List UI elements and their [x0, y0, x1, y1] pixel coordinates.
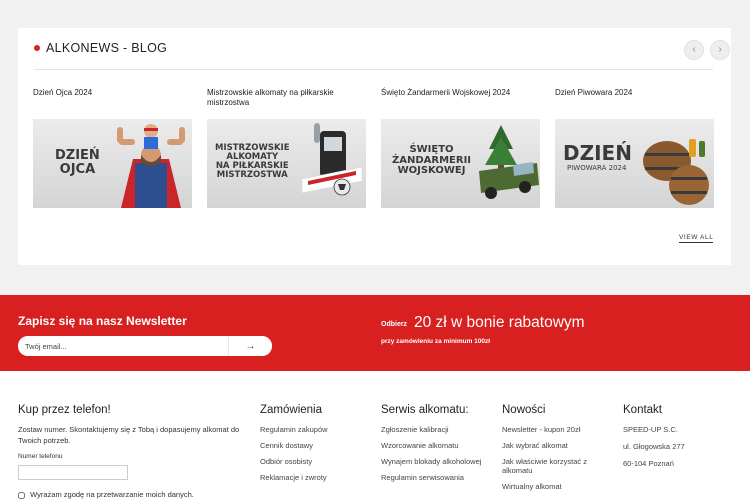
newsletter-form: → [18, 336, 272, 356]
news-title: Nowości [502, 404, 546, 416]
superhero-figure-icon [117, 124, 185, 208]
orders-link-odbior[interactable]: Odbiór osobisty [260, 457, 370, 466]
footer: Kup przez telefon! Zostaw numer. Skontak… [0, 371, 750, 500]
blog-title: ALKONEWS - BLOG [46, 41, 168, 55]
phone-description: Zostaw numer. Skontaktujemy się z Tobą i… [18, 425, 240, 445]
post-image-mistrzowskie-alkomaty[interactable]: MISTRZOWSKIE ALKOMATY NA PIŁKARSKIE MIST… [207, 119, 366, 208]
beer-barrels-icon [643, 139, 709, 205]
military-truck-icon [479, 125, 539, 199]
blog-section: ALKONEWS - BLOG ‹ › Dzień Ojca 2024 DZIE… [18, 28, 731, 265]
orders-link-reklamacje[interactable]: Reklamacje i zwroty [260, 473, 370, 482]
arrow-right-icon: → [245, 340, 256, 352]
post-image-text-small: PIWOWARA 2024 [567, 164, 627, 172]
orders-link-regulamin[interactable]: Regulamin zakupów [260, 425, 370, 434]
blog-header: ALKONEWS - BLOG ‹ › [34, 40, 730, 70]
service-link-wzorcowanie[interactable]: Wzorcowanie alkomatu [381, 441, 493, 450]
footer-contact-column: Kontakt SPEED-UP S.C. ul. Głogowska 277 … [623, 404, 733, 476]
footer-service-column: Serwis alkomatu: Zgłoszenie kalibracji W… [381, 404, 493, 489]
carousel-next-button[interactable]: › [710, 40, 730, 60]
phone-title: Kup przez telefon! [18, 404, 111, 416]
news-link-jak-korzystac[interactable]: Jak właściwie korzystać z alkomatu [502, 457, 614, 475]
service-title: Serwis alkomatu: [381, 404, 469, 416]
post-image-text-big: DZIEŃ [563, 141, 632, 165]
breathalyzer-scarf-icon [302, 123, 362, 196]
news-link-newsletter[interactable]: Newsletter - kupon 20zł [502, 425, 614, 434]
post-image-swieto-zandarmerii[interactable]: ŚWIĘTO ŻANDARMERII WOJSKOWEJ [381, 119, 540, 208]
service-link-regulamin[interactable]: Regulamin serwisowania [381, 473, 493, 482]
blog-post-dzien-piwowara[interactable]: Dzień Piwowara 2024 DZIEŃ PIWOWARA 2024 [555, 88, 714, 208]
consent-row: Wyrażam zgodę na przetwarzanie moich dan… [18, 490, 248, 499]
newsletter-email-input[interactable] [18, 336, 226, 356]
contact-street: ul. Głogowska 277 [623, 442, 685, 451]
post-image-dzien-piwowara[interactable]: DZIEŃ PIWOWARA 2024 [555, 119, 714, 208]
service-link-kalibracja[interactable]: Zgłoszenie kalibracji [381, 425, 493, 434]
news-link-jak-wybrac[interactable]: Jak wybrać alkomat [502, 441, 614, 450]
post-title[interactable]: Mistrzowskie alkomaty na piłkarskie mist… [207, 88, 366, 119]
consent-label: Wyrażam zgodę na przetwarzanie moich dan… [30, 490, 194, 499]
blog-post-swieto-zandarmerii[interactable]: Święto Żandarmerii Wojskowej 2024 ŚWIĘTO… [381, 88, 540, 208]
post-image-dzien-ojca[interactable]: DZIEŃ OJCA [33, 119, 192, 208]
contact-company: SPEED-UP S.C. [623, 425, 678, 434]
newsletter-bar: Zapisz się na nasz Newsletter → Odbierz … [0, 295, 750, 371]
chevron-left-icon: ‹ [692, 44, 696, 55]
newsletter-title: Zapisz się na nasz Newsletter [18, 314, 187, 328]
blog-post-dzien-ojca[interactable]: Dzień Ojca 2024 DZIEŃ OJCA [33, 88, 192, 208]
phone-number-input[interactable] [18, 465, 128, 480]
post-image-text: MISTRZOWSKIE ALKOMATY NA PIŁKARSKIE MIST… [215, 143, 290, 180]
contact-title: Kontakt [623, 404, 662, 416]
post-image-text: DZIEŃ OJCA [55, 148, 100, 177]
red-dot-icon [34, 45, 40, 51]
contact-city: 60-104 Poznań [623, 459, 674, 468]
newsletter-submit-button[interactable]: → [228, 336, 272, 356]
phone-field-label: Numer telefonu [18, 453, 63, 460]
promo-prefix: Odbierz [381, 321, 408, 328]
orders-link-cennik[interactable]: Cennik dostawy [260, 441, 370, 450]
carousel-prev-button[interactable]: ‹ [684, 40, 704, 60]
footer-news-column: Nowości Newsletter - kupon 20zł Jak wybr… [502, 404, 614, 498]
post-image-text: ŚWIĘTO ŻANDARMERII WOJSKOWEJ [392, 144, 472, 176]
chevron-right-icon: › [718, 44, 722, 55]
post-title[interactable]: Dzień Piwowara 2024 [555, 88, 714, 119]
news-link-wirtualny[interactable]: Wirtualny alkomat [502, 482, 614, 491]
post-title[interactable]: Dzień Ojca 2024 [33, 88, 192, 119]
promo-main: 20 zł w bonie rabatowym [414, 314, 585, 331]
view-all-link[interactable]: VIEW ALL [679, 234, 714, 243]
footer-phone-column: Kup przez telefon! Zostaw numer. Skontak… [18, 404, 253, 500]
orders-title: Zamówienia [260, 404, 322, 416]
promo-sub: przy zamówieniu za minimum 100zł [381, 338, 491, 345]
service-link-wynajem[interactable]: Wynajem blokady alkoholowej [381, 457, 493, 466]
blog-post-mistrzowskie-alkomaty[interactable]: Mistrzowskie alkomaty na piłkarskie mist… [207, 88, 366, 208]
post-title[interactable]: Święto Żandarmerii Wojskowej 2024 [381, 88, 540, 119]
footer-orders-column: Zamówienia Regulamin zakupów Cennik dost… [260, 404, 370, 489]
consent-checkbox[interactable] [18, 491, 25, 499]
